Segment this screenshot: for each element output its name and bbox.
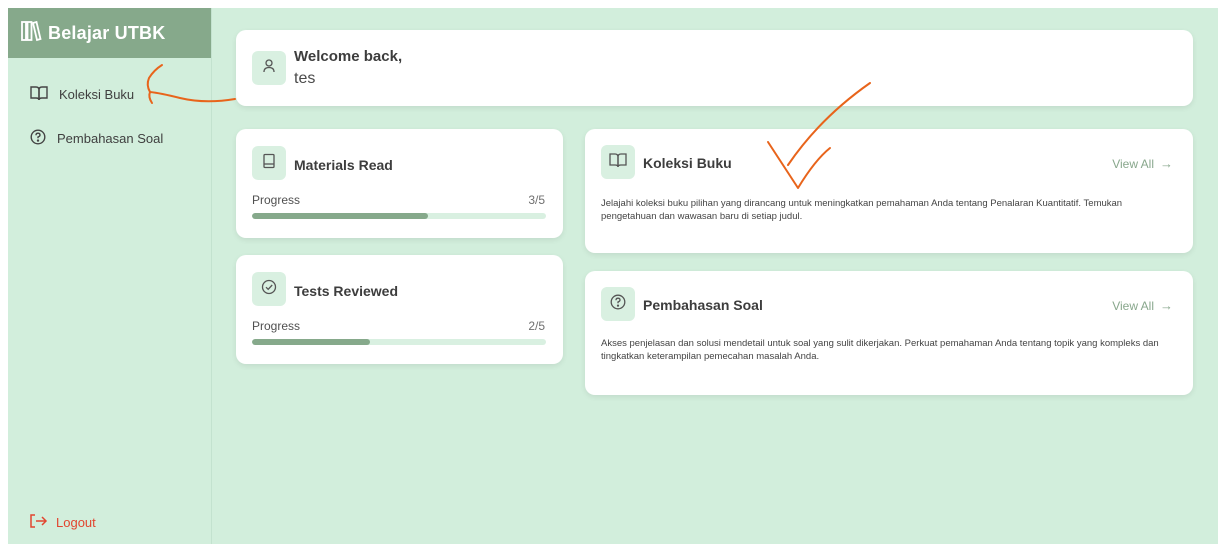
materials-progress-bar xyxy=(252,213,546,219)
user-icon xyxy=(261,58,277,79)
logout-icon xyxy=(30,514,48,531)
view-all-label: View All xyxy=(1112,157,1154,171)
materials-icon-box xyxy=(252,146,286,180)
user-icon-box xyxy=(252,51,286,85)
welcome-card: Welcome back, tes xyxy=(236,30,1193,106)
book-open-icon xyxy=(609,152,627,173)
materials-progress-value: 3/5 xyxy=(528,193,545,207)
welcome-username: tes xyxy=(294,70,315,88)
book-open-icon xyxy=(30,85,48,104)
welcome-title: Welcome back, xyxy=(294,48,402,65)
brand-title: Belajar UTBK xyxy=(48,23,165,44)
books-icon xyxy=(20,20,42,47)
materials-title: Materials Read xyxy=(294,157,393,173)
arrow-right-icon: → xyxy=(1160,298,1173,313)
koleksi-description: Jelajahi koleksi buku pilihan yang diran… xyxy=(601,197,1177,223)
book-icon xyxy=(261,153,277,174)
logout-label: Logout xyxy=(56,515,96,530)
tests-progress-bar xyxy=(252,339,546,345)
logout-button[interactable]: Logout xyxy=(30,514,96,531)
tests-icon-box xyxy=(252,272,286,306)
tests-progress-label: Progress xyxy=(252,319,300,333)
sidebar-item-koleksi-buku[interactable]: Koleksi Buku xyxy=(8,82,134,106)
tests-title: Tests Reviewed xyxy=(294,283,398,299)
materials-progress-label: Progress xyxy=(252,193,300,207)
pembahasan-title: Pembahasan Soal xyxy=(643,297,763,313)
brand-header[interactable]: Belajar UTBK xyxy=(8,8,211,58)
pembahasan-soal-card: Pembahasan Soal View All → Akses penjela… xyxy=(585,271,1193,395)
koleksi-buku-card: Koleksi Buku View All → Jelajahi koleksi… xyxy=(585,129,1193,253)
koleksi-icon-box xyxy=(601,145,635,179)
pembahasan-view-all-link[interactable]: View All → xyxy=(1112,298,1173,313)
sidebar: Belajar UTBK Koleksi Buku Pembahasan Soa… xyxy=(8,8,212,544)
question-circle-icon xyxy=(30,129,46,148)
materials-progress-fill xyxy=(252,213,428,219)
view-all-label: View All xyxy=(1112,299,1154,313)
koleksi-view-all-link[interactable]: View All → xyxy=(1112,156,1173,171)
tests-reviewed-card: Tests Reviewed Progress 2/5 xyxy=(236,255,563,364)
pembahasan-icon-box xyxy=(601,287,635,321)
pembahasan-description: Akses penjelasan dan solusi mendetail un… xyxy=(601,337,1177,363)
question-circle-icon xyxy=(610,294,626,315)
materials-read-card: Materials Read Progress 3/5 xyxy=(236,129,563,238)
sidebar-item-label: Koleksi Buku xyxy=(59,87,134,102)
sidebar-item-label: Pembahasan Soal xyxy=(57,131,163,146)
tests-progress-fill xyxy=(252,339,370,345)
tests-progress-value: 2/5 xyxy=(528,319,545,333)
sidebar-item-pembahasan-soal[interactable]: Pembahasan Soal xyxy=(8,126,163,150)
check-circle-icon xyxy=(261,279,277,300)
arrow-right-icon: → xyxy=(1160,156,1173,171)
koleksi-title: Koleksi Buku xyxy=(643,155,732,171)
